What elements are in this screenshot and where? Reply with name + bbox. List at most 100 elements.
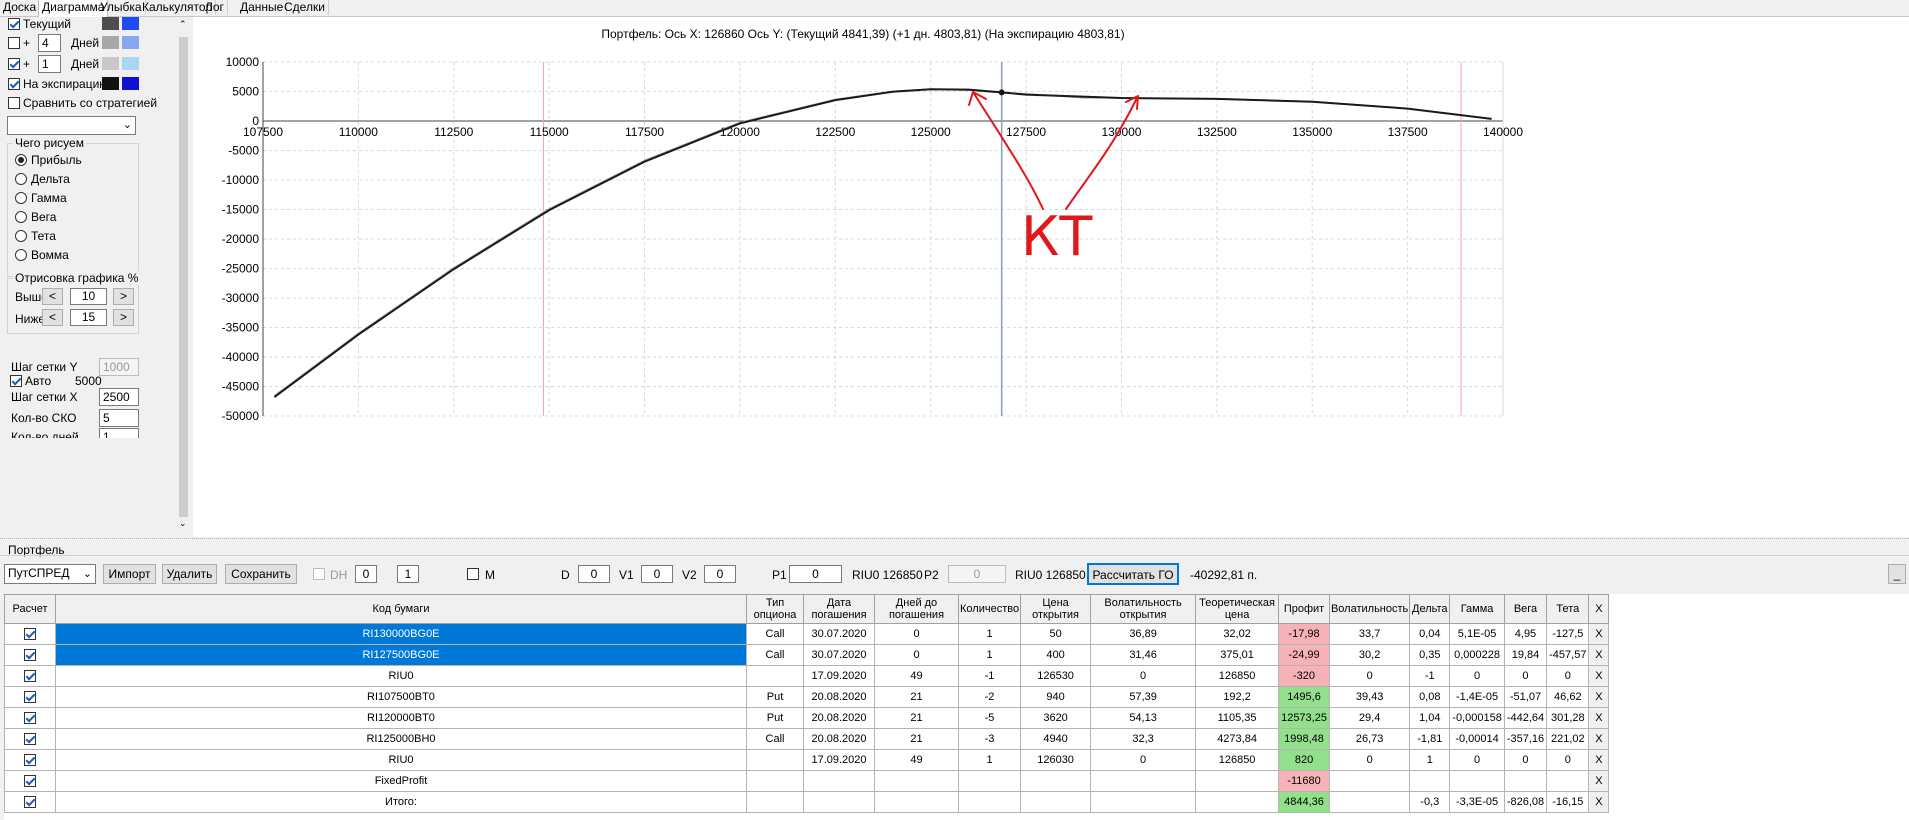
current-color1-swatch[interactable]: [102, 17, 119, 30]
above-decrease-button[interactable]: <: [42, 288, 63, 305]
expiration-color1-swatch[interactable]: [102, 77, 119, 90]
row-delete-button[interactable]: X: [1588, 749, 1610, 771]
delete-button[interactable]: Удалить: [162, 564, 217, 584]
scroll-down-icon[interactable]: ⌄: [179, 519, 187, 528]
row-calc-checkbox[interactable]: [24, 796, 36, 809]
table-row[interactable]: Итого: 4844,36 -0,3 -3,3E-05 -826,08 -16,15 X: [4, 791, 1610, 813]
table-row[interactable]: RI107500BT0 Put 20.08.2020 21 -2 940 57,39 192,…: [4, 686, 1610, 708]
m-checkbox[interactable]: [467, 568, 479, 580]
calc-cell[interactable]: [4, 644, 56, 666]
radio-theta[interactable]: [15, 230, 27, 242]
v1-input[interactable]: 0: [641, 565, 673, 583]
row-delete-button[interactable]: X: [1588, 665, 1610, 687]
row-calc-checkbox[interactable]: [24, 691, 36, 704]
strategy-compare-select[interactable]: ⌄: [7, 116, 136, 135]
minimize-button[interactable]: _: [1888, 564, 1906, 584]
radio-profit[interactable]: [15, 154, 27, 166]
tab-board[interactable]: Доска: [0, 0, 41, 15]
calc-cell[interactable]: [4, 728, 56, 750]
dh-spin1[interactable]: 0: [355, 565, 377, 583]
column-header[interactable]: Дата погашения: [803, 594, 875, 624]
tab-deals[interactable]: Сделки: [281, 0, 329, 15]
scroll-thumb[interactable]: [179, 37, 188, 517]
row-calc-checkbox[interactable]: [24, 712, 36, 725]
row-calc-checkbox[interactable]: [24, 628, 36, 641]
tab-log[interactable]: Лог: [202, 0, 228, 15]
calc-cell[interactable]: [4, 770, 56, 792]
calc-cell[interactable]: [4, 686, 56, 708]
column-header[interactable]: X: [1588, 594, 1610, 624]
above-increase-button[interactable]: >: [113, 288, 134, 305]
column-header[interactable]: Вега: [1503, 594, 1548, 624]
plus4-color2-swatch[interactable]: [122, 36, 139, 49]
left-panel-scrollbar[interactable]: ⌃ ⌄: [177, 18, 190, 530]
row-delete-button[interactable]: X: [1588, 770, 1610, 792]
current-color2-swatch[interactable]: [122, 17, 139, 30]
dh-spin2[interactable]: 1: [397, 565, 419, 583]
plus1-color1-swatch[interactable]: [102, 57, 119, 70]
expiration-color2-swatch[interactable]: [122, 77, 139, 90]
row-calc-checkbox[interactable]: [24, 775, 36, 788]
table-row[interactable]: RI127500BG0E Call 30.07.2020 0 1 400 31,46 375,…: [4, 644, 1610, 666]
calculate-margin-button[interactable]: Рассчитать ГО: [1087, 563, 1179, 585]
column-header[interactable]: Волатильность открытия: [1090, 594, 1197, 624]
radio-gamma[interactable]: [15, 192, 27, 204]
v2-input[interactable]: 0: [704, 565, 736, 583]
save-button[interactable]: Сохранить: [225, 564, 297, 584]
calc-cell[interactable]: [4, 749, 56, 771]
calc-cell[interactable]: [4, 707, 56, 729]
scroll-up-icon[interactable]: ⌃: [179, 20, 187, 29]
column-header[interactable]: Профит: [1278, 594, 1330, 624]
payoff-chart[interactable]: Портфель: Ось X: 126860 Ось Y: (Текущий …: [193, 17, 1909, 537]
table-row[interactable]: RI125000BH0 Call 20.08.2020 21 -3 4940 32,3 427…: [4, 728, 1610, 750]
above-value-input[interactable]: 10: [70, 288, 107, 305]
table-row[interactable]: RI120000BT0 Put 20.08.2020 21 -5 3620 54,13 110…: [4, 707, 1610, 729]
table-row[interactable]: RI130000BG0E Call 30.07.2020 0 1 50 36,89 32,02…: [4, 623, 1610, 645]
row-delete-button[interactable]: X: [1588, 686, 1610, 708]
column-header[interactable]: Тета: [1546, 594, 1590, 624]
table-row[interactable]: RIU0 17.09.2020 49 -1 126530 0 126850 -320 0 -1 0 0…: [4, 665, 1610, 687]
radio-vomma[interactable]: [15, 249, 27, 261]
table-row[interactable]: RIU0 17.09.2020 49 1 126030 0 126850 820 0 1 0 0 0 X: [4, 749, 1610, 771]
sko-input[interactable]: 5: [99, 409, 139, 427]
column-header[interactable]: Код бумаги: [55, 594, 747, 624]
p2-input[interactable]: 0: [948, 565, 1006, 583]
splitter[interactable]: [0, 538, 1909, 541]
tab-data[interactable]: Данные: [237, 0, 288, 15]
column-header[interactable]: Дней до погашения: [874, 594, 959, 624]
row-delete-button[interactable]: X: [1588, 728, 1610, 750]
column-header[interactable]: Теоретическая цена: [1195, 594, 1280, 624]
d-input[interactable]: 0: [578, 565, 610, 583]
column-header[interactable]: Количество: [957, 594, 1022, 624]
grid-y-input[interactable]: 1000: [99, 358, 139, 376]
calc-cell[interactable]: [4, 665, 56, 687]
calc-cell[interactable]: [4, 623, 56, 645]
p1-input[interactable]: 0: [789, 565, 842, 583]
expiration-checkbox[interactable]: [8, 78, 20, 90]
column-header[interactable]: Волатильность: [1328, 594, 1411, 624]
days-input[interactable]: 1: [99, 428, 139, 438]
below-increase-button[interactable]: >: [113, 309, 134, 326]
import-button[interactable]: Импорт: [103, 564, 156, 584]
below-value-input[interactable]: 15: [70, 309, 107, 326]
dh-checkbox[interactable]: [313, 568, 325, 580]
column-header[interactable]: Тип опциона: [746, 594, 804, 624]
plus4-color1-swatch[interactable]: [102, 36, 119, 49]
plus1-days-input[interactable]: 1: [38, 55, 61, 73]
current-checkbox[interactable]: [8, 18, 20, 30]
calc-cell[interactable]: [4, 791, 56, 813]
plus4-days-input[interactable]: 4: [38, 34, 61, 52]
row-calc-checkbox[interactable]: [24, 733, 36, 746]
row-calc-checkbox[interactable]: [24, 754, 36, 767]
plus1-color2-swatch[interactable]: [122, 57, 139, 70]
below-decrease-button[interactable]: <: [42, 309, 63, 326]
compare-checkbox[interactable]: [8, 97, 20, 109]
column-header[interactable]: Дельта: [1409, 594, 1451, 624]
row-delete-button[interactable]: X: [1588, 644, 1610, 666]
plus4-checkbox[interactable]: [8, 37, 20, 49]
plus1-checkbox[interactable]: [8, 58, 20, 70]
row-calc-checkbox[interactable]: [24, 670, 36, 683]
grid-x-input[interactable]: 2500: [99, 388, 139, 406]
radio-delta[interactable]: [15, 173, 27, 185]
strategy-select[interactable]: ПутСПРЕД ⌄: [4, 564, 96, 584]
